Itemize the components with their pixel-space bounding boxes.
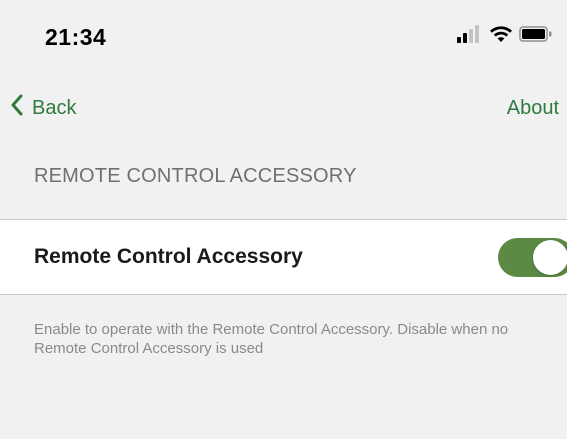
back-button[interactable]: Back [10, 88, 76, 128]
battery-icon [519, 25, 553, 48]
status-bar: 21:34 [0, 0, 567, 70]
about-button[interactable]: About [507, 88, 559, 128]
status-icons [457, 24, 553, 48]
toggle-knob [533, 240, 567, 275]
setting-description: Enable to operate with the Remote Contro… [34, 321, 509, 357]
status-time: 21:34 [45, 24, 107, 50]
setting-row-remote-control: Remote Control Accessory [0, 219, 567, 295]
navigation-bar: Back About [0, 88, 567, 128]
signal-icon [457, 24, 483, 48]
settings-screen: 21:34 Back About REMOTE CONTROL ACCESSOR… [0, 0, 567, 439]
remote-control-toggle[interactable] [498, 238, 567, 277]
back-label: Back [32, 96, 77, 119]
section-header: REMOTE CONTROL ACCESSORY [34, 165, 357, 187]
setting-label: Remote Control Accessory [34, 245, 303, 268]
chevron-left-icon [10, 94, 24, 122]
wifi-icon [489, 25, 513, 48]
